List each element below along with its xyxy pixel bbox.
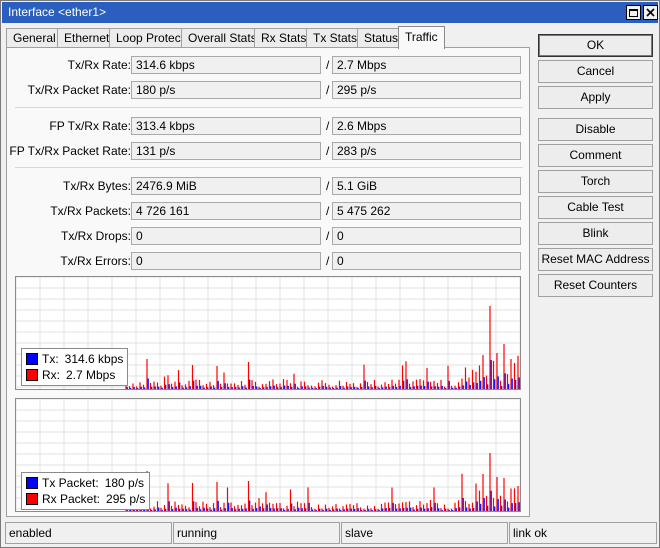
tab-overall-stats[interactable]: Overall Stats <box>181 28 264 48</box>
tx-rx-drops-label: Tx/Rx Drops: <box>60 229 131 243</box>
fp-rx-packet-rate-field[interactable]: 283 p/s <box>332 142 521 160</box>
legend-row-tx-packet: Tx Packet: 180 p/s <box>26 475 145 491</box>
tx-legend-label: Tx: <box>42 352 59 366</box>
tx-packet-swatch <box>26 477 38 489</box>
tx-packet-rate-field[interactable]: 180 p/s <box>131 81 321 99</box>
reset-counters-button[interactable]: Reset Counters <box>538 274 653 297</box>
tx-rx-packet-rate-label: Tx/Rx Packet Rate: <box>27 83 131 97</box>
comment-button[interactable]: Comment <box>538 144 653 167</box>
blink-button[interactable]: Blink <box>538 222 653 245</box>
close-button[interactable] <box>643 5 658 20</box>
separator-slash: / <box>326 58 330 72</box>
tx-swatch <box>26 353 38 365</box>
interface-window: Interface <ether1> General Ethernet Loop… <box>0 0 660 548</box>
rx-bytes-field[interactable]: 5.1 GiB <box>332 177 521 195</box>
separator-slash: / <box>326 179 330 193</box>
torch-button[interactable]: Torch <box>538 170 653 193</box>
window-title: Interface <ether1> <box>8 5 107 19</box>
fp-tx-rx-rate-label: FP Tx/Rx Rate: <box>49 119 131 133</box>
tx-rx-packets-label: Tx/Rx Packets: <box>50 204 131 218</box>
rx-packets-field[interactable]: 5 475 262 <box>332 202 521 220</box>
tx-packet-legend-value: 180 p/s <box>104 476 145 490</box>
maximize-button[interactable] <box>626 5 641 20</box>
legend-row-rx-packet: Rx Packet: 295 p/s <box>26 491 145 507</box>
tx-packets-field[interactable]: 4 726 161 <box>131 202 321 220</box>
status-link: link ok <box>509 522 657 544</box>
traffic-legend: Tx: 314.6 kbps Rx: 2.7 Mbps <box>21 348 129 386</box>
tx-rx-rate-label: Tx/Rx Rate: <box>67 58 131 72</box>
tx-drops-field[interactable]: 0 <box>131 227 321 245</box>
maximize-icon <box>629 8 638 17</box>
rx-packet-legend-label: Rx Packet: <box>42 492 101 506</box>
tx-rate-field[interactable]: 314.6 kbps <box>131 56 321 74</box>
rx-errors-field[interactable]: 0 <box>332 252 521 270</box>
rx-swatch <box>26 369 38 381</box>
legend-row-rx: Rx: 2.7 Mbps <box>26 367 123 383</box>
cable-test-button[interactable]: Cable Test <box>538 196 653 219</box>
separator-slash: / <box>326 254 330 268</box>
fp-rx-rate-field[interactable]: 2.6 Mbps <box>332 117 521 135</box>
rx-legend-value: 2.7 Mbps <box>66 368 116 382</box>
status-bar: enabled running slave link ok <box>5 522 657 544</box>
title-bar[interactable]: Interface <ether1> <box>2 2 658 23</box>
tx-legend-value: 314.6 kbps <box>64 352 124 366</box>
traffic-panel: Tx/Rx Rate: 314.6 kbps / 2.7 Mbps Tx/Rx … <box>6 47 530 517</box>
rx-rate-field[interactable]: 2.7 Mbps <box>332 56 521 74</box>
tx-rx-errors-label: Tx/Rx Errors: <box>60 254 131 268</box>
rx-packet-swatch <box>26 493 38 505</box>
rx-packet-legend-value: 295 p/s <box>106 492 146 506</box>
close-icon <box>646 8 655 17</box>
tx-errors-field[interactable]: 0 <box>131 252 321 270</box>
tx-packet-legend-label: Tx Packet: <box>42 476 99 490</box>
fp-tx-rx-packet-rate-label: FP Tx/Rx Packet Rate: <box>9 144 131 158</box>
traffic-graph: Tx: 314.6 kbps Rx: 2.7 Mbps <box>15 276 521 390</box>
status-enabled: enabled <box>5 522 172 544</box>
tab-tx-stats[interactable]: Tx Stats <box>306 28 365 48</box>
fp-tx-packet-rate-field[interactable]: 131 p/s <box>131 142 321 160</box>
disable-button[interactable]: Disable <box>538 118 653 141</box>
apply-button[interactable]: Apply <box>538 86 653 109</box>
rx-legend-label: Rx: <box>42 368 60 382</box>
ok-button[interactable]: OK <box>538 34 653 57</box>
fp-tx-rate-field[interactable]: 313.4 kbps <box>131 117 321 135</box>
packet-legend: Tx Packet: 180 p/s Rx Packet: 295 p/s <box>21 472 151 510</box>
tab-loop-protect[interactable]: Loop Protect <box>109 28 192 48</box>
rx-packet-rate-field[interactable]: 295 p/s <box>332 81 521 99</box>
legend-row-tx: Tx: 314.6 kbps <box>26 351 123 367</box>
tab-ethernet[interactable]: Ethernet <box>57 28 117 48</box>
separator-slash: / <box>326 204 330 218</box>
separator-slash: / <box>326 119 330 133</box>
status-running: running <box>173 522 340 544</box>
status-slave: slave <box>341 522 508 544</box>
separator-slash: / <box>326 83 330 97</box>
separator-slash: / <box>326 144 330 158</box>
cancel-button[interactable]: Cancel <box>538 60 653 83</box>
separator-slash: / <box>326 229 330 243</box>
rx-drops-field[interactable]: 0 <box>332 227 521 245</box>
divider <box>15 107 523 108</box>
tx-rx-bytes-label: Tx/Rx Bytes: <box>62 179 131 193</box>
tab-traffic[interactable]: Traffic <box>398 26 445 49</box>
tab-general[interactable]: General <box>6 28 63 48</box>
tab-rx-stats[interactable]: Rx Stats <box>254 28 314 48</box>
reset-mac-address-button[interactable]: Reset MAC Address <box>538 248 653 271</box>
tx-bytes-field[interactable]: 2476.9 MiB <box>131 177 321 195</box>
divider <box>15 167 523 168</box>
packet-graph: Tx Packet: 180 p/s Rx Packet: 295 p/s <box>15 398 521 512</box>
